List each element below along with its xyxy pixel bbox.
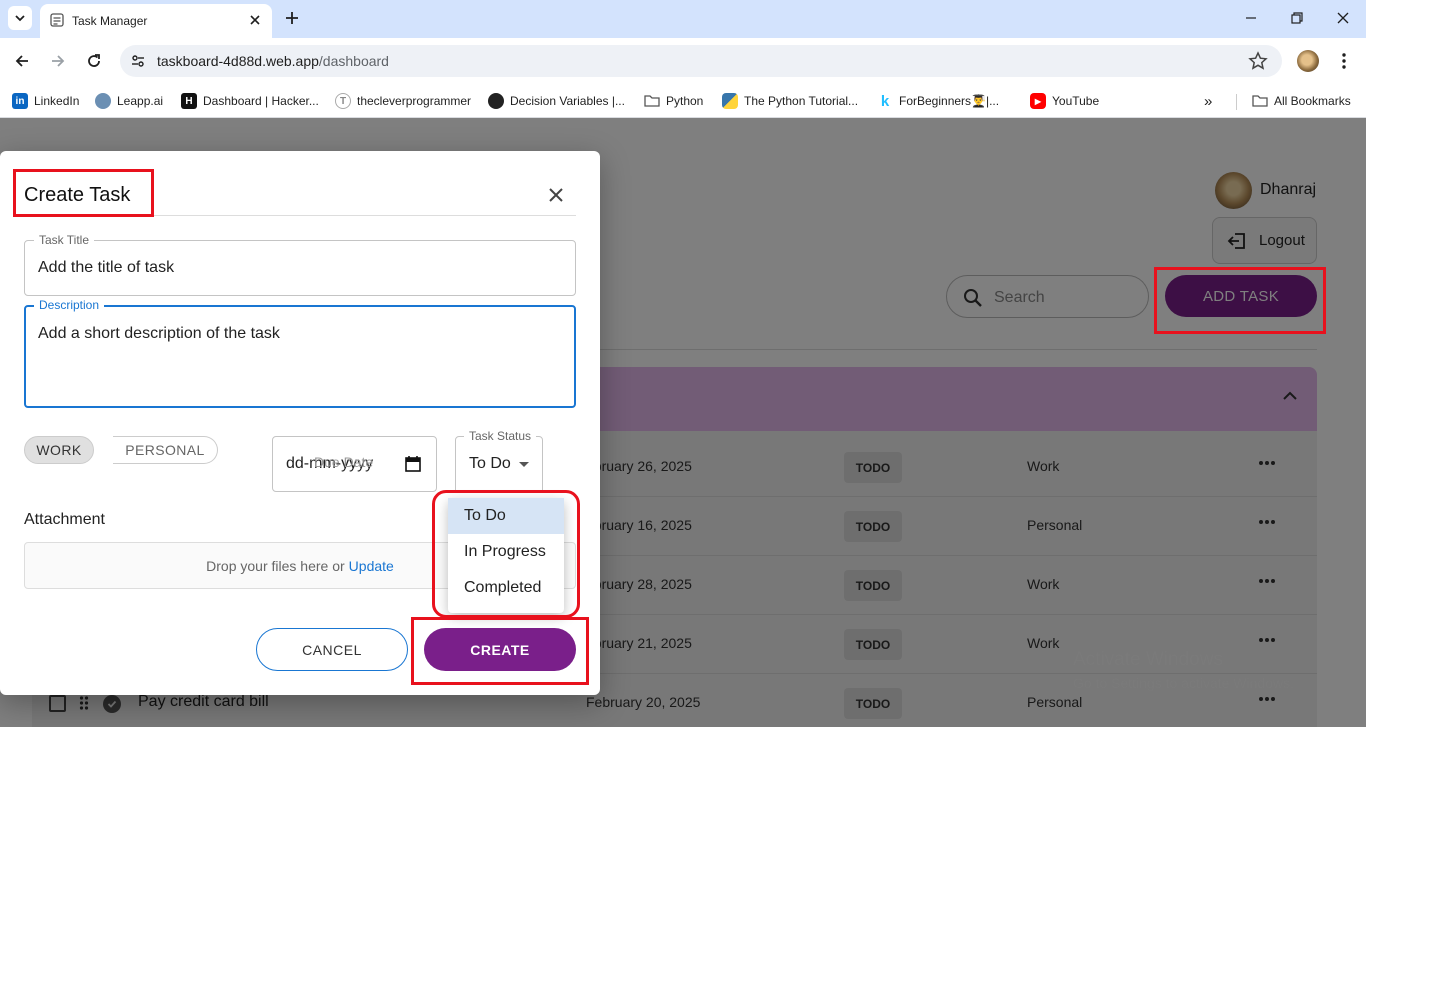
url-path: /dashboard bbox=[318, 53, 389, 69]
bookmark-label: ForBeginners👨‍🎓|... bbox=[899, 94, 1000, 108]
minimize-button[interactable] bbox=[1236, 6, 1266, 30]
restore-button[interactable] bbox=[1282, 6, 1312, 30]
minimize-icon bbox=[1246, 17, 1256, 19]
arrow-drop-down-icon bbox=[519, 462, 529, 467]
dropzone-update-link[interactable]: Update bbox=[349, 558, 394, 574]
tab-close-button[interactable] bbox=[246, 11, 264, 29]
kaggle-icon: k bbox=[880, 92, 890, 110]
tune-icon bbox=[132, 55, 144, 67]
bookmarks-overflow-button[interactable]: » bbox=[1204, 90, 1212, 112]
bookmark-forbeginners[interactable]: k ForBeginners👨‍🎓|... bbox=[877, 90, 999, 112]
site-info-button[interactable] bbox=[128, 51, 148, 71]
bookmark-linkedin[interactable]: in LinkedIn bbox=[12, 90, 79, 112]
task-title-legend: Task Title bbox=[34, 233, 95, 247]
bookmark-label: thecleverprogrammer bbox=[357, 94, 472, 108]
reload-button[interactable] bbox=[81, 48, 107, 74]
dropzone-text: Drop your files here or bbox=[206, 557, 345, 574]
folder-icon bbox=[1252, 95, 1268, 107]
restore-icon bbox=[1291, 12, 1303, 24]
bookmark-youtube[interactable]: ▶ YouTube bbox=[1030, 90, 1099, 112]
close-window-button[interactable] bbox=[1328, 6, 1358, 30]
arrow-left-icon bbox=[15, 55, 28, 67]
bookmarks-separator bbox=[1236, 94, 1237, 110]
bookmark-label: Decision Variables |... bbox=[510, 94, 625, 108]
bookmark-hackerrank[interactable]: H Dashboard | Hacker... bbox=[181, 90, 319, 112]
bookmarks-overflow-label: » bbox=[1204, 92, 1213, 110]
due-date-field[interactable]: dd-mm-yyyy Due Date bbox=[272, 436, 437, 492]
annotation-box-status-menu bbox=[432, 490, 580, 618]
close-icon bbox=[250, 15, 260, 25]
task-manager-favicon-icon bbox=[50, 13, 64, 27]
url-host: taskboard-4d88d.web.app bbox=[157, 53, 319, 69]
close-icon bbox=[549, 188, 563, 202]
plus-icon bbox=[286, 12, 298, 24]
bookmark-label: Dashboard | Hacker... bbox=[203, 94, 319, 108]
task-title-value: Add the title of task bbox=[38, 259, 175, 276]
back-button[interactable] bbox=[9, 48, 35, 74]
bookmark-python-tutorial[interactable]: The Python Tutorial... bbox=[722, 90, 858, 112]
bookmark-decision-variables[interactable]: Decision Variables |... bbox=[488, 90, 625, 112]
close-icon bbox=[1337, 12, 1349, 24]
bookmarks-bar: in LinkedIn Leapp.ai H Dashboard | Hacker.… bbox=[0, 84, 1366, 118]
description-legend: Description bbox=[34, 298, 105, 312]
bookmark-label: YouTube bbox=[1052, 94, 1100, 108]
bookmark-star-icon[interactable] bbox=[1248, 51, 1268, 71]
annotation-box-dialog-title bbox=[13, 169, 154, 217]
tab-search-button[interactable] bbox=[8, 6, 32, 30]
attachment-label: Attachment bbox=[24, 511, 105, 528]
globe-icon bbox=[488, 93, 504, 109]
leapp-icon bbox=[95, 93, 111, 109]
bookmark-label: Leapp.ai bbox=[117, 94, 164, 108]
hackerrank-icon: H bbox=[181, 93, 197, 109]
watermark-subtitle: Go to Settings to activate Windows. bbox=[1073, 675, 1294, 691]
bookmark-thecleverprogrammer[interactable]: Tthecleverprogrammer bbox=[335, 90, 471, 112]
annotation-box-create bbox=[411, 617, 589, 685]
reload-icon bbox=[88, 54, 100, 67]
cancel-button[interactable]: CANCEL bbox=[256, 628, 408, 671]
annotation-box-add-task bbox=[1154, 267, 1326, 334]
activate-windows-watermark: Activate Windows Go to Settings to activ… bbox=[1073, 649, 1294, 691]
bookmark-label: LinkedIn bbox=[34, 94, 80, 108]
description-value: Add a short description of the task bbox=[38, 325, 280, 342]
all-bookmarks-label: All Bookmarks bbox=[1274, 94, 1351, 108]
youtube-icon: ▶ bbox=[1030, 93, 1046, 109]
bookmark-label: The Python Tutorial... bbox=[744, 94, 859, 108]
chevron-down-icon bbox=[15, 15, 25, 22]
all-bookmarks-button[interactable]: All Bookmarks bbox=[1252, 90, 1351, 112]
task-status-select[interactable]: Task Status To Do bbox=[455, 429, 543, 492]
url-text: taskboard-4d88d.web.app/dashboard bbox=[157, 53, 389, 69]
clever-icon: T bbox=[335, 93, 351, 109]
tab-strip: Task Manager bbox=[0, 0, 1366, 38]
watermark-title: Activate Windows bbox=[1073, 649, 1223, 670]
bookmark-python-folder[interactable]: Python bbox=[644, 90, 703, 112]
arrow-right-icon bbox=[52, 55, 65, 67]
bookmark-label: Python bbox=[666, 94, 704, 108]
address-bar[interactable]: taskboard-4d88d.web.app/dashboard bbox=[120, 45, 1282, 77]
due-date-label: Due Date bbox=[314, 454, 374, 470]
browser-toolbar: taskboard-4d88d.web.app/dashboard bbox=[0, 38, 1366, 84]
linkedin-icon: in bbox=[12, 93, 28, 109]
profile-avatar[interactable] bbox=[1297, 50, 1319, 72]
folder-icon bbox=[644, 95, 660, 107]
category-chip-work[interactable]: WORK bbox=[24, 436, 94, 464]
dialog-close-button[interactable] bbox=[545, 184, 567, 206]
browser-menu-button[interactable] bbox=[1334, 50, 1354, 72]
description-field[interactable]: Description Add a short description of t… bbox=[24, 298, 576, 408]
dashboard-page: Dhanraj Logout Search ADD TASK ebruary 2… bbox=[0, 118, 1366, 727]
new-tab-button[interactable] bbox=[280, 6, 304, 30]
python-icon bbox=[722, 93, 738, 109]
browser-tab[interactable]: Task Manager bbox=[40, 4, 272, 38]
more-vert-icon bbox=[1342, 53, 1346, 69]
calendar-icon[interactable] bbox=[405, 455, 421, 472]
task-title-field[interactable]: Task Title Add the title of task bbox=[24, 233, 576, 296]
task-status-legend: Task Status bbox=[464, 429, 537, 443]
bookmark-leapp[interactable]: Leapp.ai bbox=[95, 90, 163, 112]
tab-title: Task Manager bbox=[72, 14, 148, 28]
task-status-value: To Do bbox=[469, 455, 511, 472]
forward-button[interactable] bbox=[45, 48, 71, 74]
category-chip-personal[interactable]: PERSONAL bbox=[113, 436, 218, 464]
browser-window: Task Manager taskboard-4d88d.web.app/das… bbox=[0, 0, 1366, 727]
